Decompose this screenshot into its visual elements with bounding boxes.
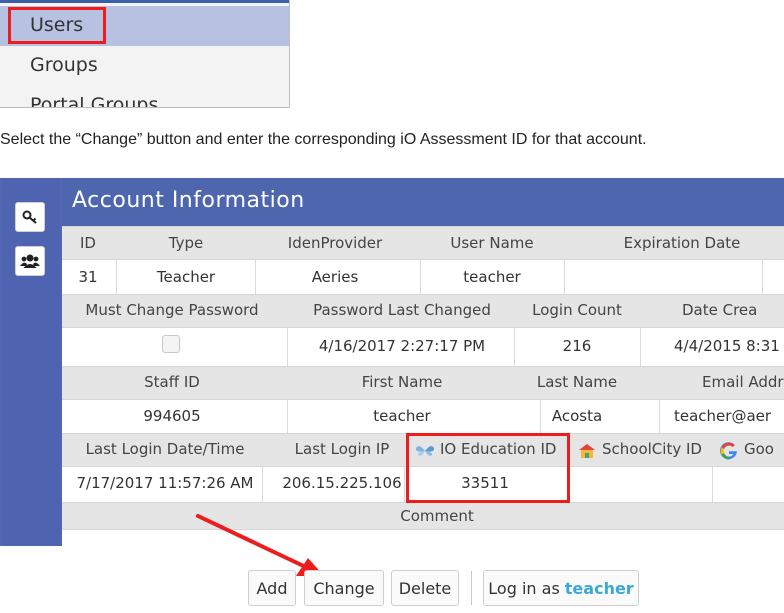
login-as-button[interactable]: Log in as teacher xyxy=(483,570,639,606)
red-arrow-annotation xyxy=(196,514,324,576)
login-as-label: Log in as xyxy=(488,578,560,598)
delete-button[interactable]: Delete xyxy=(391,570,459,606)
login-as-user: teacher xyxy=(564,578,634,598)
change-button[interactable]: Change xyxy=(304,570,384,606)
add-button[interactable]: Add xyxy=(248,570,296,606)
button-divider xyxy=(471,571,472,605)
